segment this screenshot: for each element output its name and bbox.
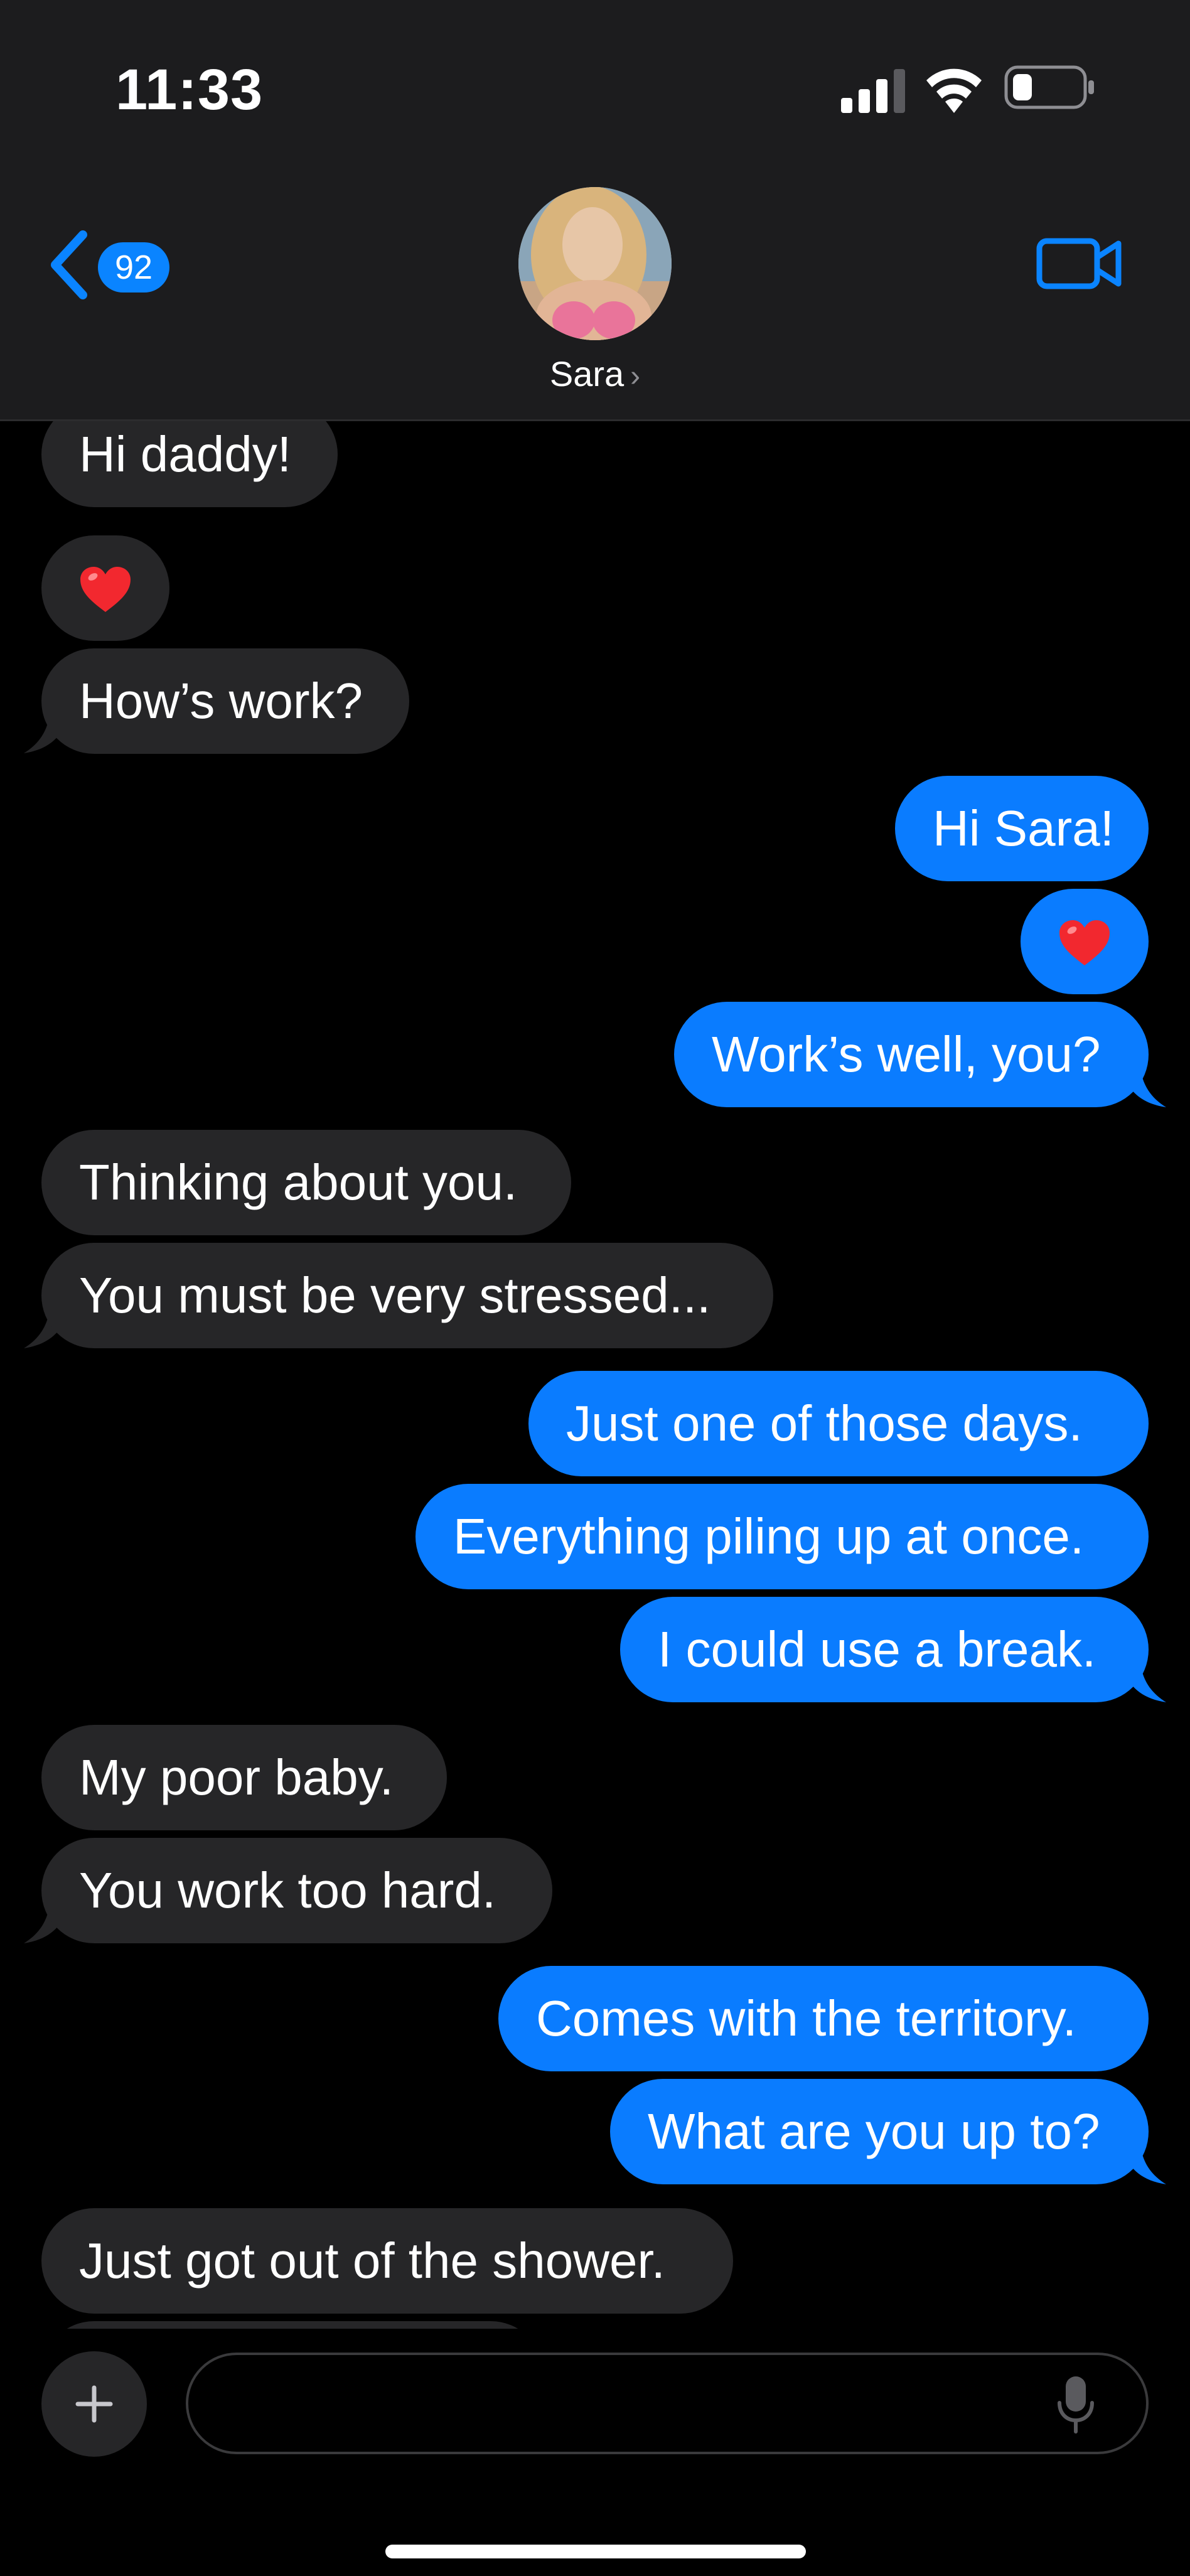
message-text: You work too hard. xyxy=(79,1862,496,1918)
contact-name: Sara xyxy=(549,354,624,394)
message-bubble-incoming[interactable]: Hi daddy! xyxy=(41,419,338,507)
message-composer xyxy=(0,2329,1190,2576)
message-text: How’s work? xyxy=(79,673,363,729)
message-bubble-outgoing[interactable]: Everything piling up at once. xyxy=(415,1484,1149,1589)
message-thread[interactable]: Hi daddy! How’s work? Hi Sara! Work’s we… xyxy=(0,419,1190,2329)
contact-avatar[interactable] xyxy=(518,187,672,340)
home-indicator[interactable] xyxy=(385,2545,806,2558)
message-bubble-incoming[interactable]: My poor baby. xyxy=(41,1725,447,1830)
message-bubble-incoming[interactable] xyxy=(41,535,169,641)
message-bubble-outgoing[interactable]: Just one of those days. xyxy=(528,1371,1149,1476)
message-bubble-incoming[interactable]: You must be very stressed... xyxy=(41,1243,773,1348)
add-attachment-button[interactable] xyxy=(41,2351,147,2457)
message-text: My poor baby. xyxy=(79,1749,394,1805)
message-text: Hi Sara! xyxy=(933,800,1114,856)
message-text: Hi daddy! xyxy=(79,426,291,482)
cellular-signal-icon xyxy=(841,69,905,113)
message-text: Comes with the territory. xyxy=(536,1990,1076,2046)
red-heart-emoji xyxy=(1059,920,1110,965)
message-text: Just got out of the shower. xyxy=(79,2233,665,2289)
status-time: 11:33 xyxy=(115,58,264,122)
message-bubble-outgoing[interactable]: Hi Sara! xyxy=(895,776,1149,881)
message-bubble-outgoing[interactable]: What are you up to? xyxy=(610,2079,1149,2184)
message-text: What are you up to? xyxy=(648,2103,1100,2159)
back-button[interactable]: 92 xyxy=(46,227,172,303)
message-bubble-incoming[interactable]: Just got out of the shower. xyxy=(41,2208,733,2314)
message-bubble-outgoing[interactable]: Comes with the territory. xyxy=(498,1966,1149,2071)
message-text: I could use a break. xyxy=(658,1621,1096,1677)
wifi-icon xyxy=(926,68,982,113)
message-bubble-incoming[interactable]: Thinking about you. xyxy=(41,1130,571,1235)
message-text: Work’s well, you? xyxy=(712,1026,1101,1082)
red-heart-emoji xyxy=(80,566,131,612)
message-text: Just one of those days. xyxy=(566,1395,1083,1451)
message-bubble-outgoing[interactable]: I could use a break. xyxy=(620,1597,1149,1702)
message-bubble-outgoing[interactable] xyxy=(1021,889,1149,994)
battery-icon xyxy=(1004,65,1094,109)
message-bubble-incoming[interactable]: How’s work? xyxy=(41,648,409,754)
chevron-left-icon xyxy=(51,230,87,299)
chevron-right-icon: › xyxy=(630,360,641,393)
message-text: Everything piling up at once. xyxy=(453,1508,1085,1564)
message-text: You must be very stressed... xyxy=(79,1267,711,1323)
unread-count-badge: 92 xyxy=(98,242,169,292)
plus-icon xyxy=(75,2385,113,2423)
message-input[interactable] xyxy=(186,2353,1149,2454)
microphone-icon[interactable] xyxy=(1057,2375,1095,2435)
message-bubble-outgoing[interactable]: Work’s well, you? xyxy=(674,1002,1149,1107)
message-text: Thinking about you. xyxy=(79,1154,518,1210)
message-bubble-incoming[interactable]: You work too hard. xyxy=(41,1838,552,1943)
conversation-header: 11:33 92 Sara › xyxy=(0,0,1190,421)
message-bubble-incoming[interactable] xyxy=(41,2321,544,2329)
contact-name-button[interactable]: Sara › xyxy=(0,352,1190,399)
avatar-photo xyxy=(518,187,672,340)
video-camera-icon[interactable] xyxy=(1036,232,1123,295)
